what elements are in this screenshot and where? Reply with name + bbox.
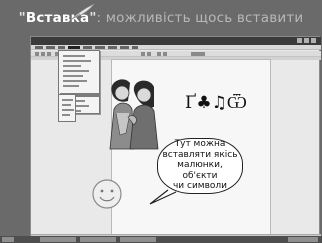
table-icon[interactable]: [157, 52, 161, 56]
submenu-option[interactable]: [62, 109, 74, 111]
menu-item-insert[interactable]: [68, 46, 80, 49]
submenu-option[interactable]: [62, 104, 71, 106]
callout-line: Тут можна: [174, 139, 226, 149]
start-button[interactable]: [2, 237, 14, 242]
menu-option[interactable]: [63, 70, 89, 72]
redo-icon[interactable]: [147, 52, 151, 56]
title-rest: : можливість щось вставити: [96, 10, 304, 26]
menu-option[interactable]: [63, 60, 91, 62]
slide-title: "Вставка": можливість щось вставити: [0, 10, 322, 36]
menu-item-file[interactable]: [35, 46, 43, 49]
menu-option[interactable]: [63, 75, 83, 77]
menu-item-view[interactable]: [58, 46, 65, 49]
menu-option[interactable]: [63, 85, 79, 87]
taskbar-button[interactable]: [80, 237, 116, 242]
callout-line: вставляти якісь: [162, 149, 238, 160]
menu-item-format[interactable]: [83, 46, 92, 49]
two-people-clipart: [109, 79, 159, 150]
menu-item-table[interactable]: [108, 46, 117, 49]
save-icon[interactable]: [47, 52, 51, 56]
presentation-slide: "Вставка": можливість щось вставити Ґ♣♫Ѿ…: [0, 0, 322, 243]
submenu-option[interactable]: [62, 99, 73, 101]
callout-line: малюнки,: [177, 160, 223, 170]
submenu-option[interactable]: [62, 114, 70, 116]
callout-line: чи символи: [172, 181, 228, 191]
menu-item-edit[interactable]: [46, 46, 55, 49]
close-icon[interactable]: [311, 38, 316, 43]
menu-option[interactable]: [63, 80, 87, 82]
smiley-face-icon: [92, 179, 122, 209]
quill-pen-icon: [71, 3, 95, 20]
columns-icon[interactable]: [163, 52, 167, 56]
window-title-bar: [31, 37, 321, 45]
maximize-icon[interactable]: [304, 38, 309, 43]
taskbar-button[interactable]: [120, 237, 156, 242]
insert-submenu: [58, 94, 76, 122]
new-icon[interactable]: [35, 52, 39, 56]
undo-icon[interactable]: [141, 52, 145, 56]
callout-text: Тут можна вставляти якісь малюнки, об'єк…: [157, 139, 243, 192]
minimize-icon[interactable]: [297, 38, 302, 43]
title-open-quote: ": [18, 10, 26, 26]
open-icon[interactable]: [41, 52, 45, 56]
taskbar-button[interactable]: [40, 237, 76, 242]
menu-item-tools[interactable]: [95, 46, 105, 49]
callout-line: об'єкти: [182, 170, 218, 181]
menu-option[interactable]: [63, 65, 81, 67]
menu-item-window[interactable]: [120, 46, 129, 49]
menu-item-help[interactable]: [132, 46, 138, 49]
menu-option[interactable]: [63, 55, 85, 57]
zoom-select[interactable]: [191, 52, 205, 56]
system-tray: [288, 237, 318, 242]
taskbar: [0, 236, 322, 243]
inserted-symbols: Ґ♣♫Ѿ: [185, 93, 247, 113]
